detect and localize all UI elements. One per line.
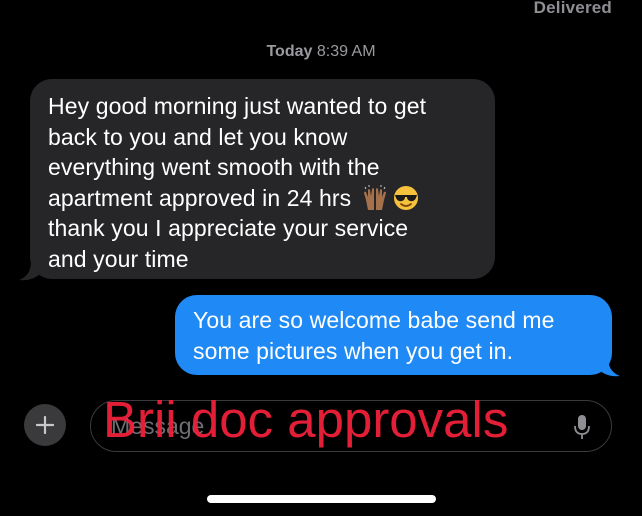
message-line: back to you and let you know xyxy=(48,123,348,150)
home-indicator[interactable] xyxy=(207,495,436,503)
timestamp-time: 8:39 AM xyxy=(316,43,376,60)
message-line: You are so welcome babe send me xyxy=(193,307,555,333)
incoming-message-bubble[interactable]: Hey good morning just wanted to get back… xyxy=(30,79,495,279)
watermark-overlay: Brii doc approvals xyxy=(103,391,509,448)
raising-hands-emoji-icon xyxy=(363,184,386,210)
microphone-icon[interactable] xyxy=(573,414,591,440)
message-line-text: apartment approved in 24 hrs xyxy=(48,184,352,211)
add-attachment-button[interactable] xyxy=(24,404,66,446)
message-line: and your time xyxy=(48,245,189,272)
outgoing-message-bubble[interactable]: You are so welcome babe send me some pic… xyxy=(175,295,612,375)
delivered-status: Delivered xyxy=(533,0,612,17)
messages-screen: Delivered Today 8:39 AM Hey good morning… xyxy=(0,0,642,516)
message-line: apartment approved in 24 hrs xyxy=(48,183,475,214)
message-timestamp: Today 8:39 AM xyxy=(0,43,642,61)
message-line: Hey good morning just wanted to get xyxy=(48,93,427,119)
message-line: some pictures when you get in. xyxy=(193,337,514,364)
sunglasses-emoji-icon xyxy=(393,185,418,210)
timestamp-day: Today xyxy=(266,43,313,60)
message-line: everything went smooth with the xyxy=(48,154,380,180)
message-line: thank you I appreciate your service xyxy=(48,215,409,241)
plus-icon xyxy=(36,416,54,434)
